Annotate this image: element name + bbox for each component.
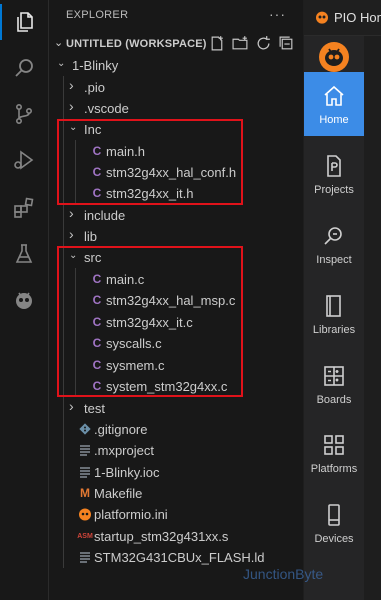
folder-pio[interactable]: › .pio (49, 76, 303, 98)
collapse-all-icon[interactable] (278, 35, 295, 52)
tree-item-label: include (84, 208, 126, 223)
inspect-icon (324, 227, 342, 245)
platformio-logo (319, 42, 349, 72)
chevron-down-icon: ⌄ (57, 58, 66, 69)
chevron-right-icon: › (69, 77, 74, 93)
extensions-icon (14, 197, 34, 218)
pio-nav-libraries[interactable]: Libraries (304, 282, 364, 346)
source-control-activity-button[interactable] (0, 92, 48, 136)
pio-nav-label: Projects (314, 184, 354, 196)
platformio-alien-icon (316, 11, 328, 24)
libraries-icon (326, 295, 341, 317)
tree-item-label: .mxproject (94, 443, 154, 458)
tree-item-label: startup_stm32g431xx.s (94, 529, 229, 544)
pio-nav-label: Inspect (316, 254, 352, 266)
platformio-alien-icon (325, 48, 343, 66)
tree-item-label: test (84, 401, 105, 416)
tree-item-label: .pio (84, 80, 105, 95)
more-actions-icon[interactable]: ··· (269, 6, 286, 22)
pio-home-tab-label: PIO Home (334, 10, 381, 25)
pio-nav-devices[interactable]: Devices (304, 491, 364, 555)
pio-nav-boards[interactable]: Boards (304, 352, 364, 416)
file-makefile[interactable]: M Makefile (49, 482, 303, 504)
pio-nav-platforms[interactable]: Platforms (304, 421, 364, 485)
makefile-icon: M (80, 486, 90, 500)
folder-lib[interactable]: › lib (49, 225, 303, 247)
tree-item-label: .vscode (84, 101, 129, 116)
pio-nav-label: Boards (316, 394, 352, 406)
workspace-header[interactable]: ⌄ UNTITLED (WORKSPACE) (49, 33, 303, 55)
folder-1-blinky[interactable]: ⌄ 1-Blinky (49, 54, 303, 76)
platformio-file-icon (78, 506, 92, 522)
watermark: JunctionByte (243, 566, 324, 582)
extensions-activity-button[interactable] (0, 186, 48, 230)
explorer-panel: EXPLORER ··· ⌄ UNTITLED (WORKSPACE) ⌄ 1-B… (49, 0, 303, 600)
refresh-icon[interactable] (255, 35, 272, 52)
devices-icon (328, 504, 340, 526)
pio-nav-inspect[interactable]: Inspect (304, 212, 364, 276)
git-file-icon (78, 421, 92, 437)
tree-item-label: STM32G431CBUx_FLASH.ld (94, 550, 265, 565)
pio-nav-home[interactable]: Home (304, 72, 364, 136)
explorer-title: EXPLORER (66, 9, 129, 21)
search-activity-button[interactable] (0, 46, 48, 90)
workspace-title: UNTITLED (WORKSPACE) (66, 38, 207, 50)
tree-item-label: platformio.ini (94, 507, 168, 522)
tree-item-label: lib (84, 229, 98, 244)
tree-item-label: 1-Blinky (72, 58, 119, 73)
tree-item-label: .gitignore (94, 422, 148, 437)
folder-vscode[interactable]: › .vscode (49, 97, 303, 119)
tree-item-label: Makefile (94, 486, 143, 501)
file-startup-stm32g431xx-s[interactable]: ASM startup_stm32g431xx.s (49, 525, 303, 547)
testing-activity-button[interactable] (0, 232, 48, 276)
file-1-blinky-ioc[interactable]: 1-Blinky.ioc (49, 461, 303, 483)
platformio-alien-icon (16, 292, 32, 309)
assembly-file-icon: ASM (77, 532, 93, 540)
run-debug-activity-button[interactable] (0, 138, 48, 182)
boards-icon (324, 366, 344, 386)
chevron-right-icon: › (69, 226, 74, 242)
new-file-icon[interactable] (209, 35, 226, 52)
pio-home-content (364, 36, 381, 600)
files-icon (17, 12, 33, 32)
explorer-activity-button[interactable] (0, 0, 48, 44)
chevron-right-icon: › (69, 98, 74, 114)
pio-nav-label: Home (319, 114, 349, 126)
file-gitignore[interactable]: .gitignore (49, 418, 303, 440)
run-debug-icon (14, 150, 34, 170)
inc-folder-highlight-box (57, 119, 243, 205)
chevron-right-icon: › (69, 398, 74, 414)
file-stm32g431cbux-flash-ld[interactable]: STM32G431CBUx_FLASH.ld (49, 546, 303, 568)
platforms-icon (324, 435, 344, 455)
text-file-icon (78, 442, 92, 458)
file-platformio-ini[interactable]: platformio.ini (49, 503, 303, 525)
pio-nav-label: Platforms (310, 463, 358, 475)
text-file-icon (78, 464, 92, 480)
platformio-activity-button[interactable] (0, 278, 48, 322)
chevron-down-icon: ⌄ (54, 37, 64, 49)
new-folder-icon[interactable] (232, 35, 249, 52)
pio-home-nav: Home Projects Inspect Libraries Boards Platfo… (304, 36, 364, 600)
testing-flask-icon (15, 244, 33, 263)
chevron-right-icon: › (69, 205, 74, 221)
tree-item-label: 1-Blinky.ioc (94, 465, 160, 480)
pio-nav-label: Devices (314, 533, 354, 545)
workspace-actions (209, 35, 295, 52)
file-mxproject[interactable]: .mxproject (49, 439, 303, 461)
pio-nav-projects[interactable]: Projects (304, 142, 364, 206)
activity-bar (0, 0, 49, 600)
search-icon (15, 59, 33, 77)
folder-test[interactable]: › test (49, 397, 303, 419)
folder-include[interactable]: › include (49, 204, 303, 226)
projects-icon (327, 155, 341, 177)
pio-home-tab[interactable]: PIO Home (304, 0, 381, 36)
pio-nav-label: Libraries (312, 324, 356, 336)
home-icon (324, 85, 344, 106)
source-control-icon (16, 103, 33, 124)
src-folder-highlight-box (57, 246, 243, 397)
text-file-icon (78, 549, 92, 565)
